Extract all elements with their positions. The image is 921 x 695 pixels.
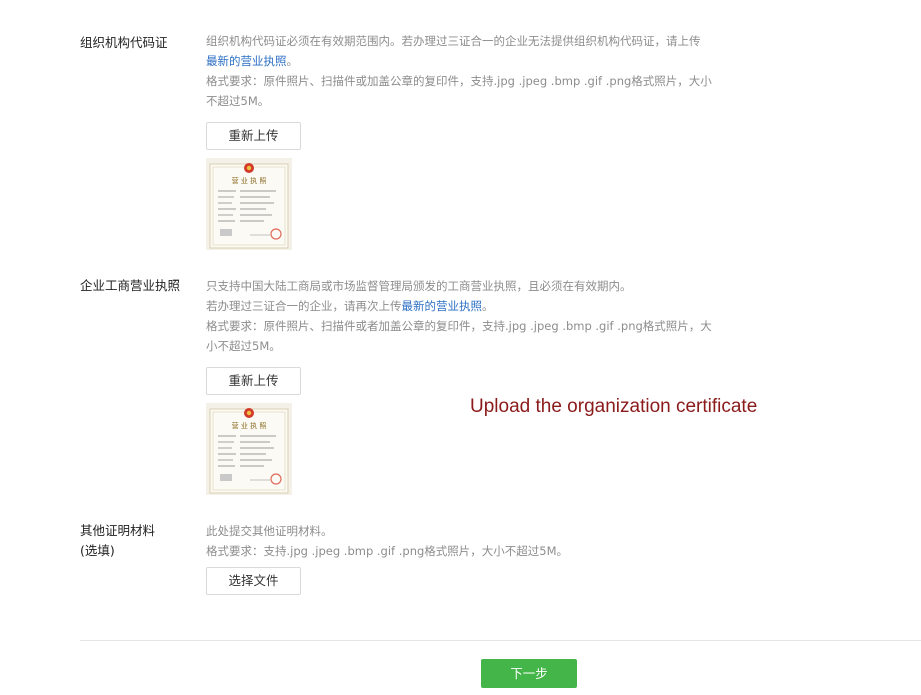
business-license-link[interactable]: 最新的营业执照 bbox=[402, 299, 483, 313]
org-code-desc-text: 组织机构代码证必须在有效期范围内。若办理过三证合一的企业无法提供组织机构代码证，… bbox=[206, 34, 701, 48]
business-license-thumbnail[interactable]: 营 业 执 照 bbox=[206, 403, 292, 495]
org-code-reupload-button[interactable]: 重新上传 bbox=[206, 122, 301, 150]
org-code-content: 组织机构代码证必须在有效期范围内。若办理过三证合一的企业无法提供组织机构代码证，… bbox=[206, 31, 751, 250]
certificate-upload-page: 组织机构代码证 组织机构代码证必须在有效期范围内。若办理过三证合一的企业无法提供… bbox=[0, 0, 921, 695]
qr-code-icon bbox=[220, 229, 232, 236]
org-code-label: 组织机构代码证 bbox=[80, 35, 168, 50]
business-license-title: 营 业 执 照 bbox=[232, 421, 267, 430]
other-materials-format: 格式要求：支持.jpg .jpeg .bmp .gif .png格式照片，大小不… bbox=[206, 544, 569, 558]
next-step-button[interactable]: 下一步 bbox=[481, 659, 577, 688]
org-code-license-thumbnail[interactable]: 营 业 执 照 bbox=[206, 158, 292, 250]
business-license-label: 企业工商营业执照 bbox=[80, 278, 181, 293]
org-code-desc: 组织机构代码证必须在有效期范围内。若办理过三证合一的企业无法提供组织机构代码证，… bbox=[206, 31, 751, 71]
other-materials-optional-label: (选填) bbox=[80, 543, 115, 558]
other-materials-label: 其他证明材料 (选填) bbox=[80, 521, 155, 561]
business-license-content: 只支持中国大陆工商局或市场监督管理局颁发的工商营业执照，且必须在有效期内。 若办… bbox=[206, 276, 751, 495]
business-license-desc-line1: 只支持中国大陆工商局或市场监督管理局颁发的工商营业执照，且必须在有效期内。 bbox=[206, 279, 632, 293]
business-license-desc-end: 。 bbox=[482, 299, 494, 313]
org-code-format: 格式要求：原件照片、扫描件或加盖公章的复印件，支持.jpg .jpeg .bmp… bbox=[206, 71, 751, 111]
other-materials-desc: 此处提交其他证明材料。 bbox=[206, 524, 333, 538]
org-code-format-line1: 格式要求：原件照片、扫描件或加盖公章的复印件，支持.jpg .jpeg .bmp… bbox=[206, 74, 712, 88]
upload-caption: Upload the organization certificate bbox=[470, 396, 758, 417]
business-license-format: 格式要求：原件照片、扫描件或者加盖公章的复印件，支持.jpg .jpeg .bm… bbox=[206, 316, 751, 356]
other-materials-content: 此处提交其他证明材料。 格式要求：支持.jpg .jpeg .bmp .gif … bbox=[206, 521, 751, 595]
org-code-license-link[interactable]: 最新的营业执照 bbox=[206, 54, 287, 68]
business-license-desc-line2: 若办理过三证合一的企业，请再次上传 bbox=[206, 299, 402, 313]
business-license-reupload-button[interactable]: 重新上传 bbox=[206, 367, 301, 395]
org-code-format-line2: 不超过5M。 bbox=[206, 94, 270, 108]
other-materials-label-text: 其他证明材料 bbox=[80, 523, 156, 538]
org-code-desc-end: 。 bbox=[286, 54, 299, 68]
footer-divider bbox=[80, 640, 921, 641]
business-license-desc: 只支持中国大陆工商局或市场监督管理局颁发的工商营业执照，且必须在有效期内。 若办… bbox=[206, 276, 751, 316]
org-code-license-title: 营 业 执 照 bbox=[232, 176, 267, 185]
choose-file-button[interactable]: 选择文件 bbox=[206, 567, 301, 595]
business-license-format-line1: 格式要求：原件照片、扫描件或者加盖公章的复印件，支持.jpg .jpeg .bm… bbox=[206, 319, 712, 333]
business-license-format-line2: 小不超过5M。 bbox=[206, 339, 281, 353]
qr-code-icon bbox=[220, 474, 232, 481]
